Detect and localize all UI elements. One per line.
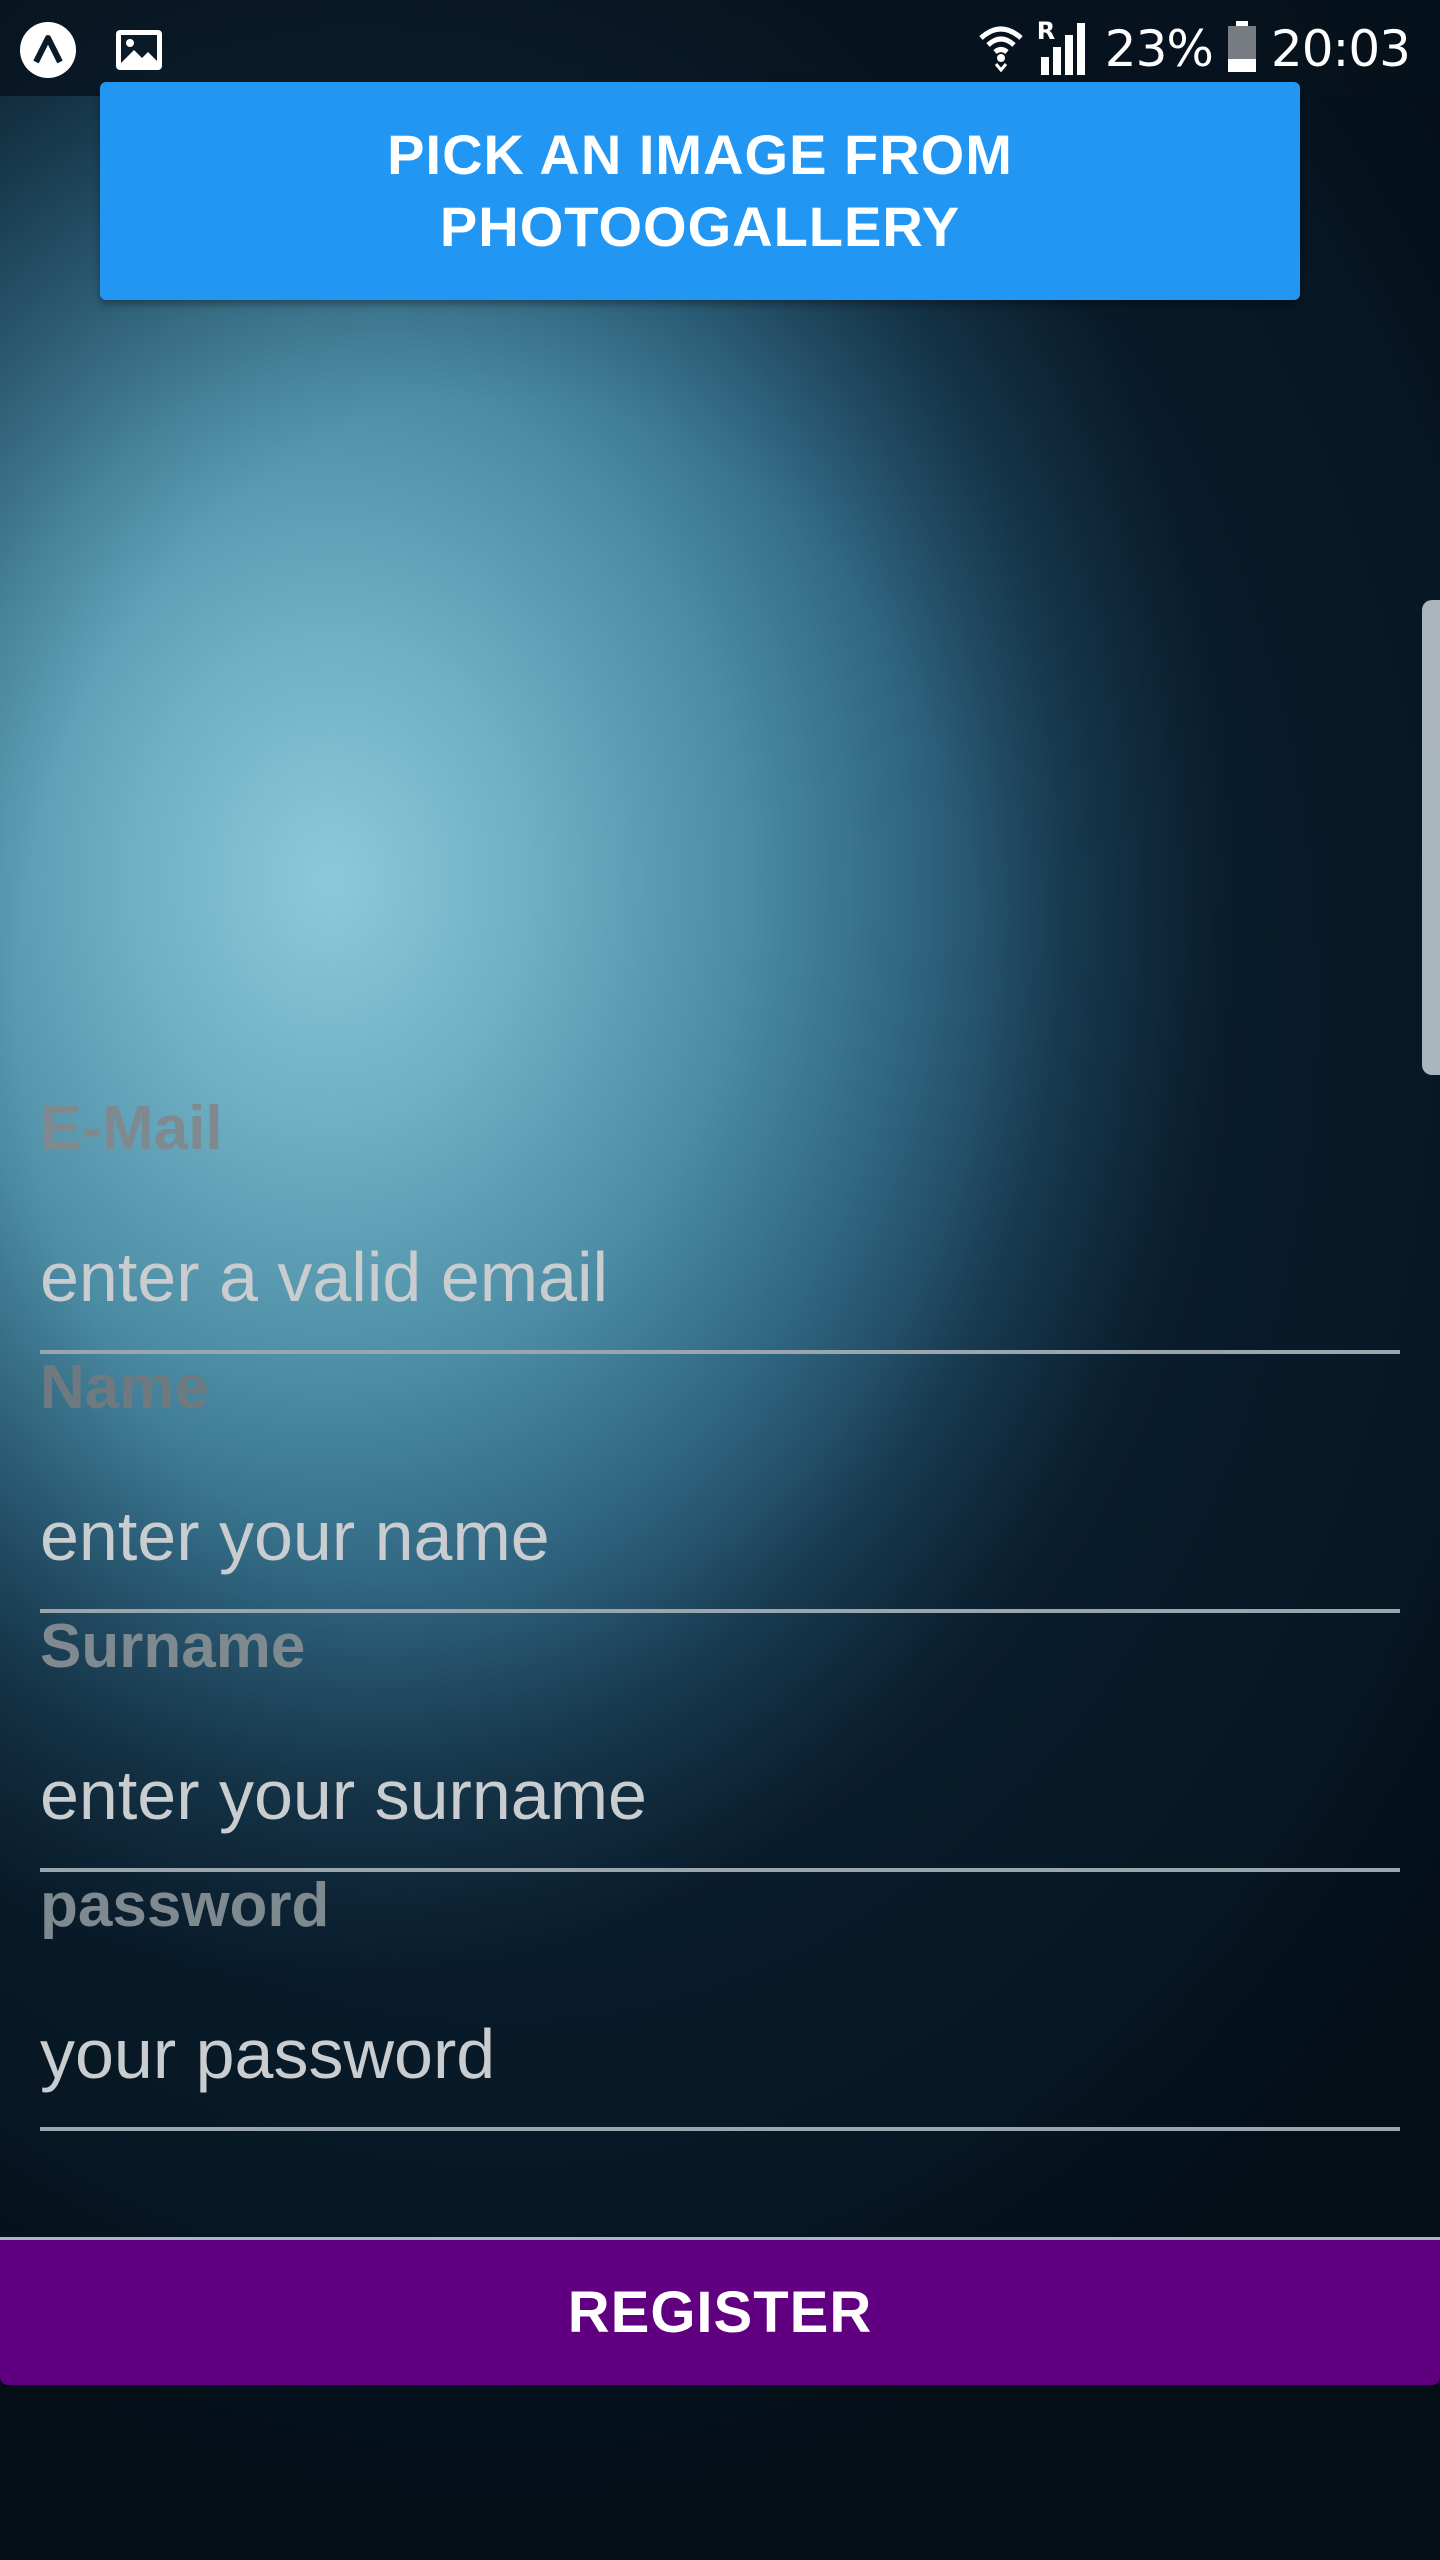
battery-icon xyxy=(1227,20,1257,78)
name-label: Name xyxy=(40,1353,209,1422)
password-field-group: password xyxy=(40,1871,1400,2131)
password-label: password xyxy=(40,1871,330,1940)
notification-icons xyxy=(20,22,164,78)
surname-input[interactable] xyxy=(40,1682,1400,1872)
pick-image-button[interactable]: PICK AN IMAGE FROM PHOTOOGALLERY xyxy=(100,82,1300,300)
battery-percent: 23% xyxy=(1104,20,1214,78)
signal-icon: R xyxy=(1037,17,1091,77)
surname-label: Surname xyxy=(40,1612,306,1681)
email-field-group: E-Mail xyxy=(40,1094,1400,1354)
image-notification-icon xyxy=(114,28,164,72)
email-input[interactable] xyxy=(40,1164,1400,1354)
system-status: R 23% 20:03 xyxy=(979,14,1411,84)
edge-panel-handle[interactable] xyxy=(1422,600,1440,1075)
password-input[interactable] xyxy=(40,1941,1400,2131)
surname-field-group: Surname xyxy=(40,1612,1400,1872)
pick-image-button-label: PICK AN IMAGE FROM PHOTOOGALLERY xyxy=(387,123,1013,258)
register-button[interactable]: REGISTER xyxy=(0,2237,1440,2385)
clock: 20:03 xyxy=(1270,20,1411,78)
register-button-label: REGISTER xyxy=(567,2280,873,2345)
app-notification-icon xyxy=(20,22,76,78)
wifi-icon xyxy=(979,22,1023,77)
name-field-group: Name xyxy=(40,1353,1400,1613)
email-label: E-Mail xyxy=(40,1094,223,1163)
name-input[interactable] xyxy=(40,1423,1400,1613)
